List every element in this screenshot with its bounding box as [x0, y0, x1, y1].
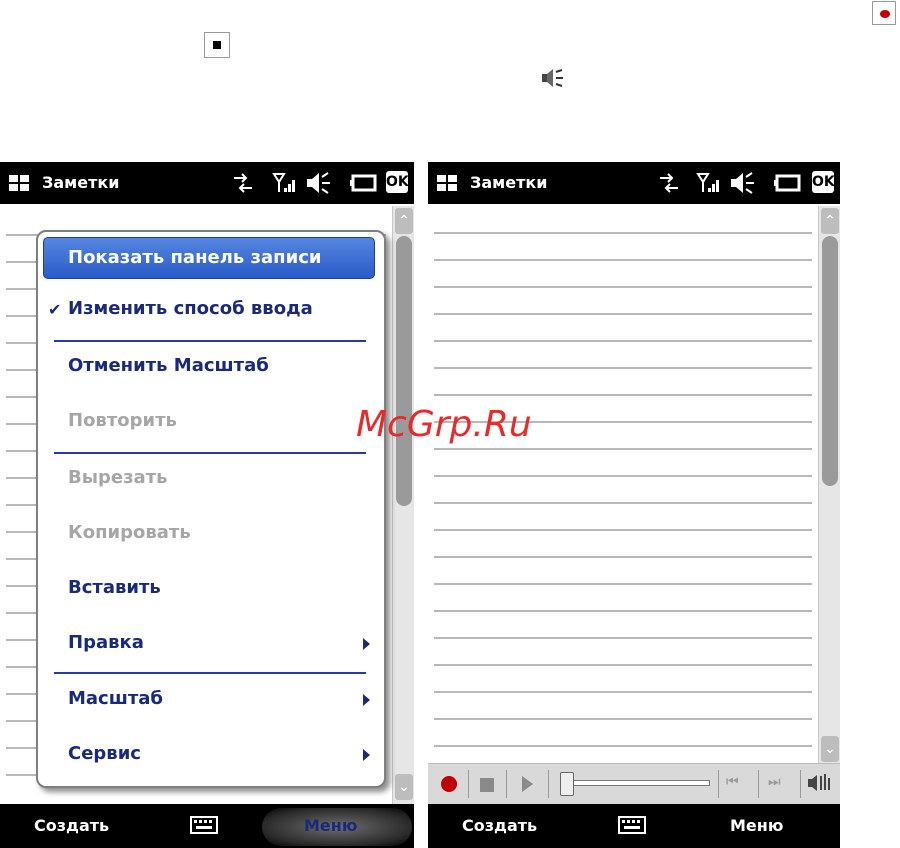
connectivity-icon[interactable]: [232, 170, 260, 196]
watermark: McGrp.Ru: [356, 404, 532, 445]
keyboard-icon[interactable]: [618, 816, 646, 834]
battery-icon[interactable]: [348, 170, 378, 196]
menu-item-selected[interactable]: Показать панель записи: [43, 237, 375, 279]
stop-icon-legend: [204, 32, 230, 58]
submenu-arrow-icon: [363, 749, 370, 761]
softkey-menu[interactable]: Меню: [730, 816, 783, 835]
play-icon: [522, 776, 533, 792]
menu-item-cut[interactable]: Вырезать: [68, 467, 168, 488]
app-title: Заметки: [42, 173, 120, 192]
windows-start-icon[interactable]: [436, 173, 458, 193]
volume-icon[interactable]: [728, 170, 758, 196]
menu-item-change-input[interactable]: Изменить способ ввода: [68, 298, 313, 319]
playback-slider[interactable]: [560, 772, 710, 796]
menu-item-undo[interactable]: Отменить Масштаб: [68, 355, 269, 376]
context-menu: Показать панель записи ✔ Изменить способ…: [36, 230, 386, 788]
volume-icon[interactable]: [806, 772, 832, 794]
scroll-down-icon[interactable]: ⌄: [821, 736, 839, 762]
menu-separator: [54, 672, 366, 674]
title-bar: Заметки OK: [428, 162, 840, 204]
ok-button[interactable]: OK: [386, 171, 409, 193]
menu-item-paste[interactable]: Вставить: [68, 577, 161, 598]
title-bar: Заметки OK: [0, 162, 414, 204]
play-button[interactable]: [512, 768, 542, 798]
softkey-bar: Создать Меню: [0, 804, 414, 848]
vertical-scrollbar[interactable]: ⌃ ⌄: [392, 206, 414, 804]
ok-button[interactable]: OK: [812, 171, 835, 193]
scroll-up-icon[interactable]: ⌃: [821, 208, 839, 234]
menu-item-tools[interactable]: Сервис: [68, 743, 141, 764]
menu-item-redo[interactable]: Повторить: [68, 410, 177, 431]
notes-page[interactable]: [428, 204, 818, 762]
scroll-thumb[interactable]: [822, 236, 838, 486]
vertical-scrollbar[interactable]: ⌃ ⌄: [818, 206, 840, 766]
menu-separator: [54, 340, 366, 342]
record-icon-legend: [872, 1, 896, 25]
record-icon: [441, 776, 457, 792]
menu-item-zoom[interactable]: Масштаб: [68, 688, 163, 709]
submenu-arrow-icon: [363, 638, 370, 650]
connectivity-icon[interactable]: [658, 170, 686, 196]
scroll-down-icon[interactable]: ⌄: [395, 774, 413, 800]
softkey-menu[interactable]: Меню: [304, 816, 357, 835]
keyboard-icon[interactable]: [190, 816, 218, 834]
windows-start-icon[interactable]: [8, 173, 30, 193]
signal-icon[interactable]: [696, 170, 722, 196]
softkey-create[interactable]: Создать: [462, 816, 537, 835]
record-button[interactable]: [434, 768, 464, 798]
app-title: Заметки: [470, 173, 548, 192]
check-icon: ✔: [48, 300, 62, 319]
submenu-arrow-icon: [363, 694, 370, 706]
menu-separator: [54, 452, 366, 454]
left-phone-screen: Заметки OK ⌃ ⌄ Показать панель записи ✔ …: [0, 162, 414, 848]
softkey-bar: Создать Меню: [428, 804, 840, 848]
stop-icon: [480, 778, 494, 792]
menu-item-edit[interactable]: Правка: [68, 632, 144, 653]
scroll-thumb[interactable]: [396, 236, 412, 506]
previous-icon[interactable]: ⏮: [726, 774, 739, 790]
volume-icon[interactable]: [304, 170, 334, 196]
right-phone-screen: Заметки OK ⌃ ⌄ ⏮ ⏭ Создать Меню: [428, 162, 840, 848]
recording-toolbar: ⏮ ⏭: [428, 763, 840, 804]
signal-icon[interactable]: [272, 170, 298, 196]
battery-icon[interactable]: [772, 170, 802, 196]
stop-button[interactable]: [472, 768, 502, 798]
next-icon[interactable]: ⏭: [768, 774, 781, 790]
slider-handle[interactable]: [560, 772, 574, 796]
speaker-icon-legend: [542, 69, 563, 87]
softkey-create[interactable]: Создать: [34, 816, 109, 835]
scroll-up-icon[interactable]: ⌃: [395, 208, 413, 234]
menu-item-copy[interactable]: Копировать: [68, 522, 191, 543]
